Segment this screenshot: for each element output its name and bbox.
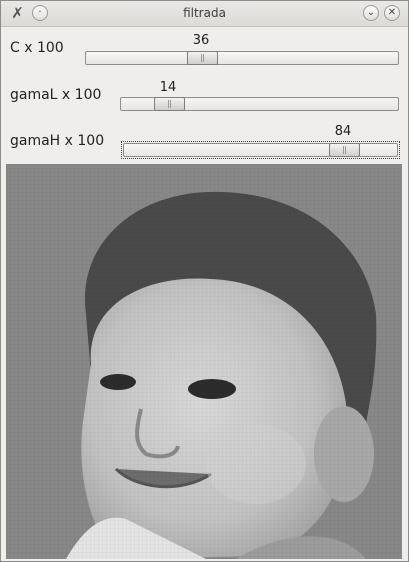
slider-c-handle[interactable] (187, 51, 218, 65)
slider-gamal-track[interactable] (120, 97, 399, 111)
filtered-photo (6, 164, 402, 559)
slider-gamal-handle[interactable] (154, 97, 185, 111)
chevron-down-icon: ⌄ (366, 7, 376, 18)
close-icon: ✕ (387, 7, 397, 18)
close-button[interactable]: ✕ (384, 5, 400, 21)
app-window: ✗ · filtrada ⌄ ✕ C x 100 36 gamaL x 100 … (0, 0, 409, 562)
slider-gamah-value: 84 (334, 124, 352, 139)
slider-gamah-track[interactable] (123, 143, 398, 157)
title-bar: ✗ · filtrada ⌄ ✕ (1, 1, 408, 27)
minimize-button[interactable]: ⌄ (363, 5, 379, 21)
slider-gamah-label: gamaH x 100 (10, 133, 105, 149)
slider-gamah-handle[interactable] (329, 143, 360, 157)
slider-gamal-value: 14 (159, 80, 177, 95)
slider-c-label: C x 100 (10, 40, 64, 56)
slider-gamal-label: gamaL x 100 (10, 87, 102, 103)
window-title: filtrada (183, 6, 226, 20)
slider-c-track[interactable] (85, 51, 399, 65)
baby-photo-icon (6, 164, 402, 559)
slider-c-value: 36 (192, 33, 210, 48)
